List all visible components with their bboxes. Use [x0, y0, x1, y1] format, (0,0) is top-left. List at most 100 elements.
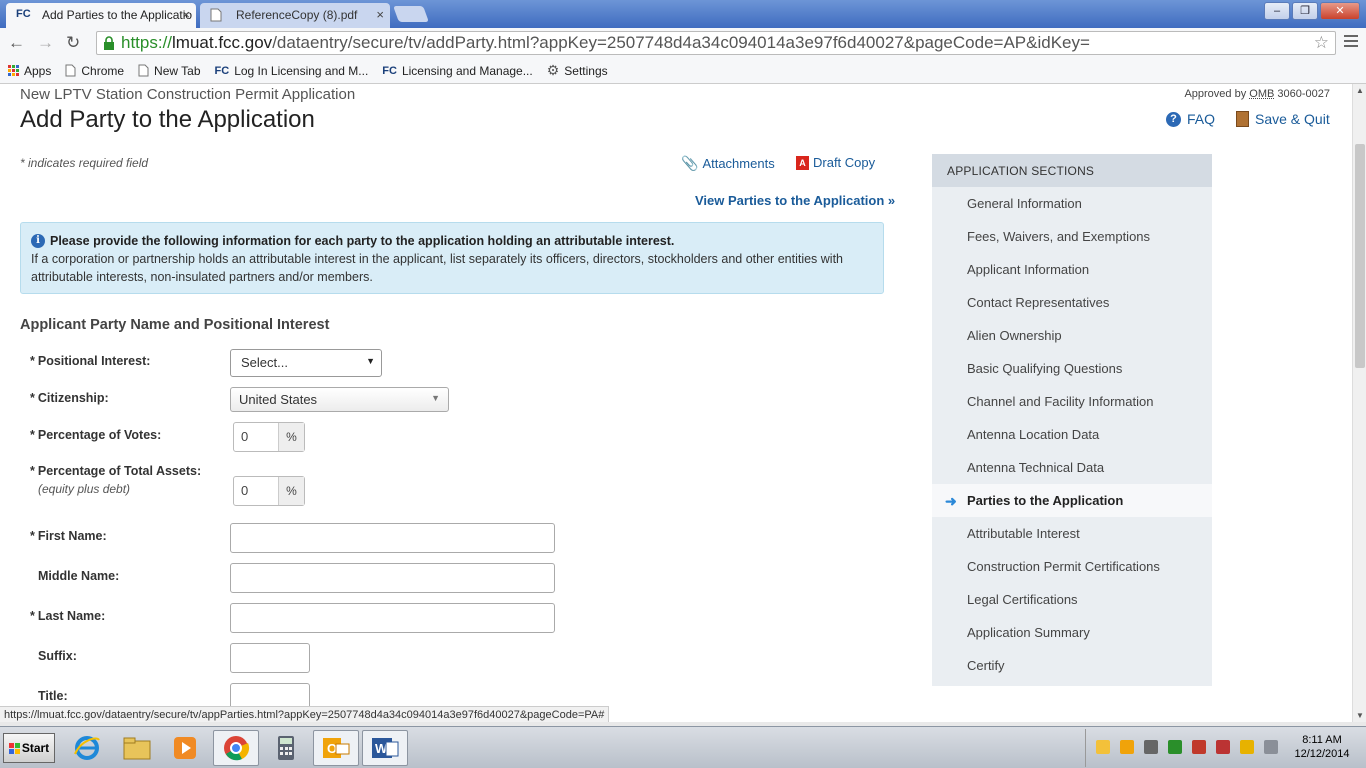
new-tab-button[interactable]: [393, 6, 429, 22]
tab-reference-copy[interactable]: ReferenceCopy (8).pdf ×: [200, 3, 390, 28]
volume-icon[interactable]: [1264, 740, 1278, 754]
gear-icon: ⚙: [546, 62, 560, 78]
first-name-label: * First Name:: [30, 529, 107, 543]
sidebar-item-cp-certifications[interactable]: Construction Permit Certifications: [932, 550, 1212, 583]
chrome-icon[interactable]: [213, 730, 259, 766]
middle-name-label: Middle Name:: [38, 569, 120, 583]
bookmark-apps[interactable]: Apps: [8, 64, 51, 78]
current-arrow-icon: ➜: [945, 493, 957, 509]
bookmark-new-tab[interactable]: New Tab: [138, 64, 201, 78]
title-label: Title:: [38, 689, 68, 703]
sidebar-item-general-information[interactable]: General Information: [932, 187, 1212, 220]
info-alert: i Please provide the following informati…: [20, 222, 884, 294]
minimize-button[interactable]: ‒: [1264, 2, 1290, 20]
vertical-scrollbar[interactable]: ▲ ▼: [1352, 84, 1366, 722]
sidebar-item-contact-representatives[interactable]: Contact Representatives: [932, 286, 1212, 319]
browser-toolbar: ← → ↻ https://lmuat.fcc.gov/dataentry/se…: [0, 28, 1366, 58]
mcafee-tray-icon[interactable]: [1192, 740, 1206, 754]
mail-tray-icon[interactable]: [1096, 740, 1110, 754]
reload-icon[interactable]: ↻: [66, 33, 80, 53]
outlook-tray-icon[interactable]: [1120, 740, 1134, 754]
tab-add-parties[interactable]: FC Add Parties to the Applicatio ×: [6, 3, 196, 28]
file-explorer-icon[interactable]: [114, 730, 160, 766]
tab-close-icon[interactable]: ×: [182, 7, 190, 22]
restore-button[interactable]: ❐: [1292, 2, 1318, 20]
last-name-input[interactable]: [230, 603, 555, 633]
required-field-note: * indicates required field: [20, 156, 149, 170]
votes-percent-input[interactable]: 0 %: [233, 422, 305, 452]
outlook-icon[interactable]: O: [313, 730, 359, 766]
first-name-input[interactable]: [230, 523, 555, 553]
sidebar-item-attributable-interest[interactable]: Attributable Interest: [932, 517, 1212, 550]
middle-name-input[interactable]: [230, 563, 555, 593]
chrome-menu-icon[interactable]: [1344, 35, 1358, 50]
word-icon[interactable]: W: [362, 730, 408, 766]
bookmark-chrome[interactable]: Chrome: [65, 64, 124, 78]
url-path: /dataentry/secure/tv/addParty.html?appKe…: [272, 33, 1090, 52]
bookmark-licensing-manage[interactable]: FC Licensing and Manage...: [382, 64, 532, 78]
sidebar-item-antenna-location[interactable]: Antenna Location Data: [932, 418, 1212, 451]
sidebar-heading: APPLICATION SECTIONS: [932, 154, 1212, 187]
sidebar-item-antenna-technical[interactable]: Antenna Technical Data: [932, 451, 1212, 484]
info-body: If a corporation or partnership holds an…: [31, 252, 843, 284]
sidebar-item-applicant-information[interactable]: Applicant Information: [932, 253, 1212, 286]
sidebar-item-parties[interactable]: ➜ Parties to the Application: [932, 484, 1212, 517]
fcc-favicon-icon: FC: [16, 8, 31, 20]
title-input[interactable]: [230, 683, 310, 706]
sidebar-item-certify[interactable]: Certify: [932, 649, 1212, 682]
scroll-down-icon[interactable]: ▼: [1356, 711, 1364, 720]
forward-arrow-icon[interactable]: →: [37, 33, 54, 53]
paperclip-icon: 📎: [681, 155, 699, 171]
apps-grid-icon: [8, 65, 19, 76]
sidebar-item-channel-facility[interactable]: Channel and Facility Information: [932, 385, 1212, 418]
votes-label: * Percentage of Votes:: [30, 428, 162, 442]
attachments-link[interactable]: 📎 Attachments: [681, 155, 775, 172]
page-icon: [138, 64, 149, 77]
scrollbar-thumb[interactable]: [1355, 144, 1365, 368]
start-button[interactable]: Start: [3, 733, 55, 763]
sidebar-item-fees-waivers[interactable]: Fees, Waivers, and Exemptions: [932, 220, 1212, 253]
save-quit-link[interactable]: Save & Quit: [1236, 111, 1330, 127]
calculator-icon[interactable]: [263, 730, 309, 766]
suffix-input[interactable]: [230, 643, 310, 673]
dropdown-arrow-icon: ▼: [366, 356, 375, 366]
faq-link[interactable]: ? FAQ: [1166, 111, 1215, 127]
address-bar[interactable]: https://lmuat.fcc.gov/dataentry/secure/t…: [96, 31, 1336, 55]
view-parties-link[interactable]: View Parties to the Application »: [695, 193, 895, 208]
tab-close-icon[interactable]: ×: [376, 7, 384, 22]
tab-title: ReferenceCopy (8).pdf: [236, 8, 358, 22]
internet-explorer-icon[interactable]: [64, 730, 110, 766]
network-tray-icon[interactable]: [1144, 740, 1158, 754]
media-player-icon[interactable]: [162, 730, 208, 766]
shield-tray-icon[interactable]: [1216, 740, 1230, 754]
citizenship-label: * Citizenship:: [30, 391, 109, 405]
help-question-icon: ?: [1166, 111, 1181, 127]
sidebar-item-legal-certifications[interactable]: Legal Certifications: [932, 583, 1212, 616]
window-controls: ‒ ❐ ✕: [1264, 2, 1360, 20]
sidebar-item-alien-ownership[interactable]: Alien Ownership: [932, 319, 1212, 352]
utility-tray-icon[interactable]: [1240, 740, 1254, 754]
windows-taskbar: Start O W 8:11 AM 12/12/2014: [0, 726, 1366, 768]
draft-copy-link[interactable]: A Draft Copy: [796, 155, 875, 170]
last-name-label: * Last Name:: [30, 609, 106, 623]
page-title: Add Party to the Application: [20, 106, 315, 133]
citizenship-select[interactable]: United States ▼: [230, 387, 449, 412]
bookmark-settings[interactable]: ⚙ Settings: [547, 62, 608, 79]
sidebar-item-basic-qualifying[interactable]: Basic Qualifying Questions: [932, 352, 1212, 385]
percent-addon: %: [278, 477, 304, 505]
scroll-up-icon[interactable]: ▲: [1356, 86, 1364, 95]
percent-addon: %: [278, 423, 304, 451]
pdf-page-icon: [210, 8, 222, 25]
sidebar-item-application-summary[interactable]: Application Summary: [932, 616, 1212, 649]
windows-flag-icon: [8, 742, 20, 754]
taskbar-clock[interactable]: 8:11 AM 12/12/2014: [1284, 733, 1360, 761]
url-scheme: https://: [121, 33, 173, 52]
close-window-button[interactable]: ✕: [1320, 2, 1360, 20]
bookmark-star-icon[interactable]: ☆: [1314, 32, 1329, 54]
security-tray-icon[interactable]: [1168, 740, 1182, 754]
positional-interest-select[interactable]: Select... ▼: [230, 349, 382, 377]
back-arrow-icon[interactable]: ←: [8, 33, 25, 53]
assets-percent-input[interactable]: 0 %: [233, 476, 305, 506]
section-heading: Applicant Party Name and Positional Inte…: [20, 317, 330, 333]
bookmark-log-in-licensing[interactable]: FC Log In Licensing and M...: [215, 64, 369, 78]
